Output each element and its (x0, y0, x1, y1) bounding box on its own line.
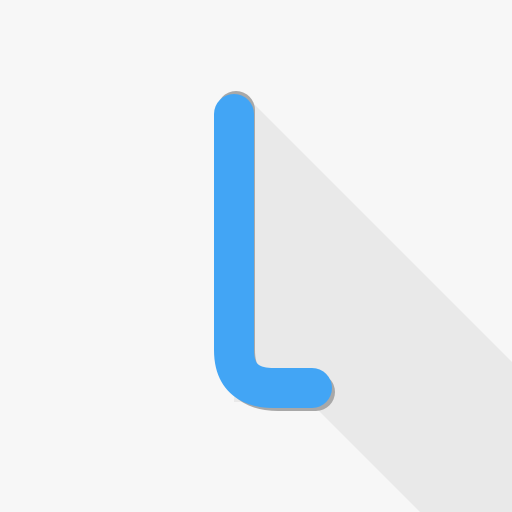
letter-l-logo-icon (0, 0, 512, 512)
app-icon (0, 0, 512, 512)
